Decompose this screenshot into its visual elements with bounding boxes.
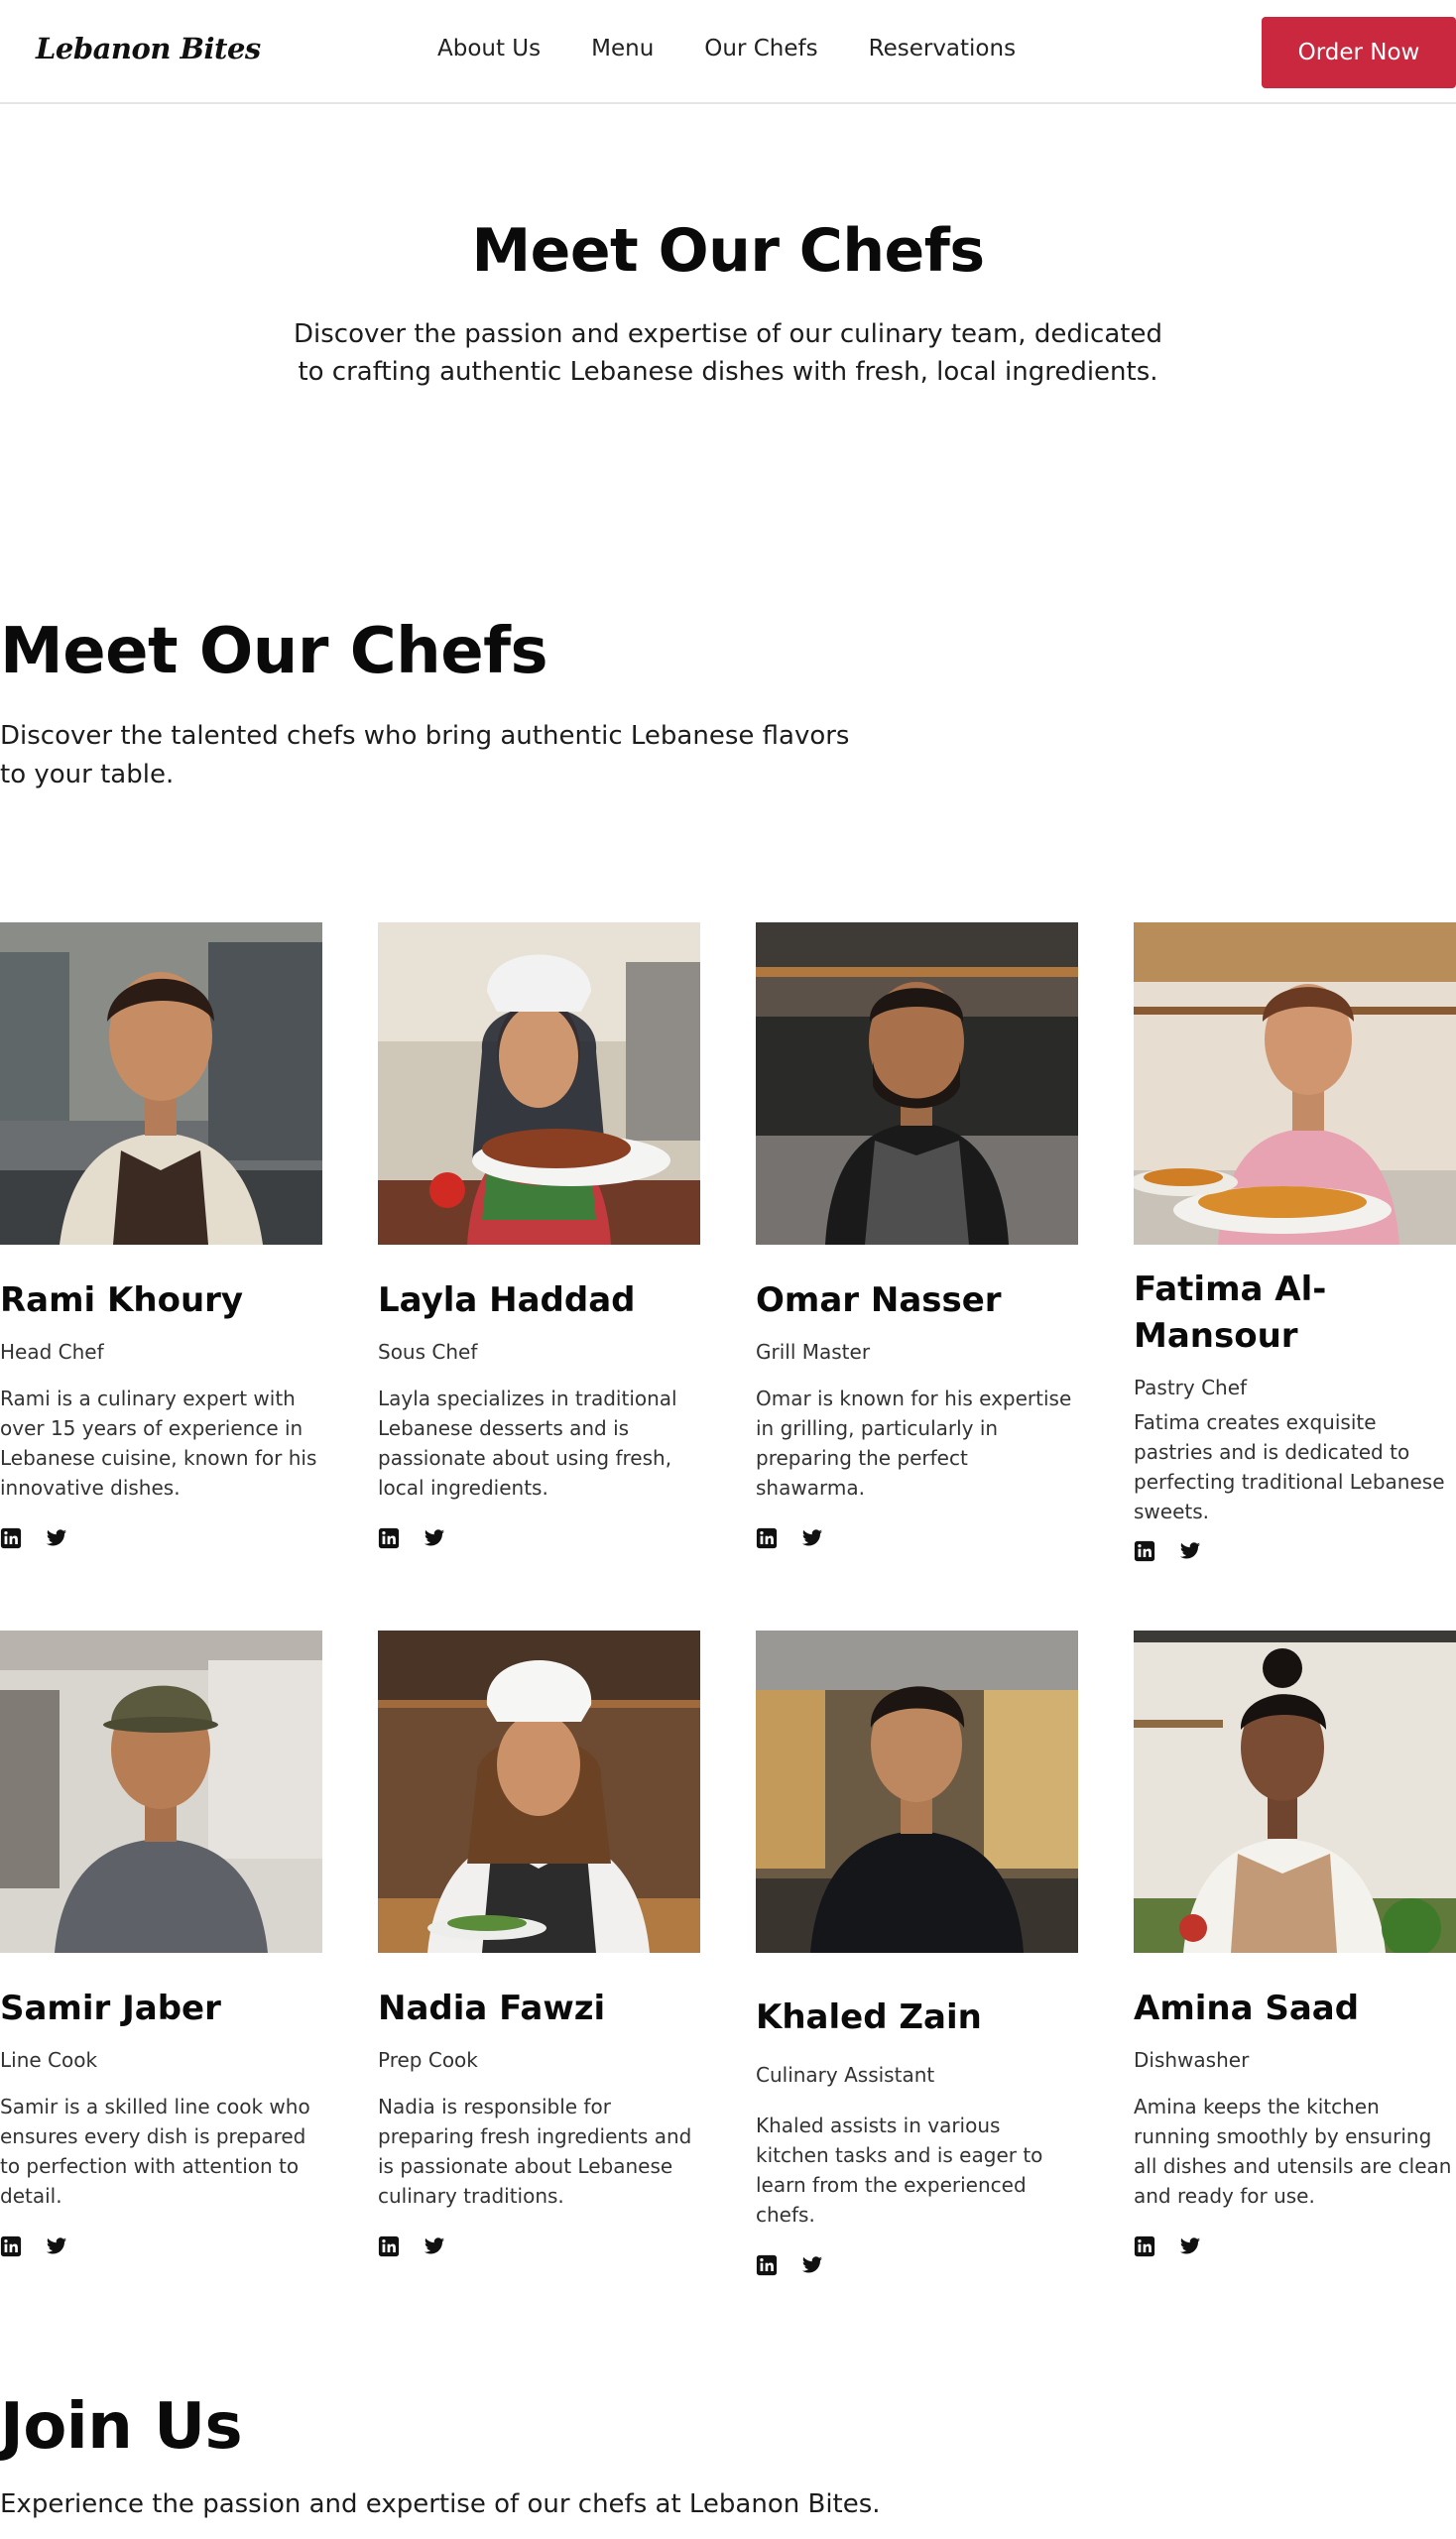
chef-photo	[378, 922, 700, 1245]
twitter-icon[interactable]	[424, 2236, 445, 2257]
chef-card: Omar Nasser Grill Master Omar is known f…	[756, 922, 1078, 1549]
twitter-icon[interactable]	[801, 2254, 823, 2276]
chef-role: Head Chef	[0, 1340, 104, 1364]
chef-bio: Omar is known for his expertise in grill…	[756, 1387, 1072, 1500]
chef-role: Grill Master	[756, 1340, 871, 1364]
linkedin-icon[interactable]	[378, 1527, 400, 1549]
nav-about-us[interactable]: About Us	[437, 36, 541, 61]
chef-card: Fatima Al-Mansour Pastry Chef Fatima cre…	[1134, 922, 1456, 1562]
chef-name: Rami Khoury	[0, 1280, 244, 1320]
chef-card: Layla Haddad Sous Chef Layla specializes…	[378, 922, 700, 1549]
site-header: Lebanon Bites About Us Menu Our Chefs Re…	[0, 0, 1456, 104]
twitter-icon[interactable]	[46, 2236, 67, 2257]
nav-our-chefs[interactable]: Our Chefs	[704, 36, 817, 61]
chef-bio: Samir is a skilled line cook who ensures…	[0, 2095, 310, 2208]
chef-card: Samir Jaber Line Cook Samir is a skilled…	[0, 1631, 322, 2257]
chef-bio: Rami is a culinary expert with over 15 y…	[0, 1387, 317, 1500]
chef-name: Nadia Fawzi	[378, 1989, 606, 2028]
chef-card: Amina Saad Dishwasher Amina keeps the ki…	[1134, 1631, 1456, 2257]
hero-title: Meet Our Chefs	[471, 216, 985, 286]
chef-name: Amina Saad	[1134, 1989, 1360, 2028]
chef-photo	[1134, 1631, 1456, 1953]
chef-card: Khaled Zain Culinary Assistant Khaled as…	[756, 1631, 1078, 2276]
chef-bio: Amina keeps the kitchen running smoothly…	[1134, 2095, 1452, 2208]
nav-menu[interactable]: Menu	[591, 36, 654, 61]
chef-card: Nadia Fawzi Prep Cook Nadia is responsib…	[378, 1631, 700, 2257]
chef-role: Prep Cook	[378, 2048, 478, 2072]
social-links	[1134, 2236, 1456, 2257]
main-nav: About Us Menu Our Chefs Reservations	[437, 36, 1066, 61]
twitter-icon[interactable]	[424, 1527, 445, 1549]
twitter-icon[interactable]	[1179, 1540, 1201, 1562]
twitter-icon[interactable]	[46, 1527, 67, 1549]
brand-logo[interactable]: Lebanon Bites	[36, 32, 261, 65]
chef-photo	[756, 1631, 1078, 1953]
chef-card: Rami Khoury Head Chef Rami is a culinary…	[0, 922, 322, 1549]
chef-role: Dishwasher	[1134, 2048, 1250, 2072]
social-links	[756, 2254, 1078, 2276]
order-now-button[interactable]: Order Now	[1262, 17, 1456, 88]
social-links	[378, 1527, 700, 1549]
linkedin-icon[interactable]	[1134, 1540, 1155, 1562]
chef-photo	[756, 922, 1078, 1245]
chef-role: Culinary Assistant	[756, 2063, 935, 2087]
chef-name: Fatima Al-Mansour	[1134, 1270, 1327, 1356]
linkedin-icon[interactable]	[1134, 2236, 1155, 2257]
chef-role: Pastry Chef	[1134, 1376, 1248, 1399]
twitter-icon[interactable]	[801, 1527, 823, 1549]
join-subtitle: Experience the passion and expertise of …	[0, 2489, 881, 2519]
twitter-icon[interactable]	[1179, 2236, 1201, 2257]
chef-bio: Fatima creates exquisite pastries and is…	[1134, 1410, 1445, 1523]
hero-subtitle: Discover the passion and expertise of ou…	[294, 319, 1162, 387]
linkedin-icon[interactable]	[756, 1527, 778, 1549]
linkedin-icon[interactable]	[0, 2236, 22, 2257]
chef-bio: Nadia is responsible for preparing fresh…	[378, 2095, 692, 2208]
social-links	[0, 1527, 322, 1549]
chef-photo	[1134, 922, 1456, 1245]
join-title: Join Us	[0, 2390, 243, 2464]
team-section-subtitle: Discover the talented chefs who bring au…	[0, 721, 850, 789]
chef-photo	[378, 1631, 700, 1953]
social-links	[378, 2236, 700, 2257]
chef-name: Samir Jaber	[0, 1989, 221, 2028]
team-section-title: Meet Our Chefs	[0, 615, 548, 688]
chef-name: Khaled Zain	[756, 1997, 982, 2037]
nav-reservations[interactable]: Reservations	[869, 36, 1016, 61]
social-links	[1134, 1540, 1456, 1562]
chef-name: Omar Nasser	[756, 1280, 1002, 1320]
chef-role: Line Cook	[0, 2048, 98, 2072]
social-links	[0, 2236, 322, 2257]
chef-bio: Layla specializes in traditional Lebanes…	[378, 1387, 677, 1500]
linkedin-icon[interactable]	[756, 2254, 778, 2276]
chef-bio: Khaled assists in various kitchen tasks …	[756, 2114, 1043, 2227]
chef-name: Layla Haddad	[378, 1280, 636, 1320]
chef-role: Sous Chef	[378, 1340, 478, 1364]
social-links	[756, 1527, 1078, 1549]
linkedin-icon[interactable]	[378, 2236, 400, 2257]
chef-photo	[0, 1631, 322, 1953]
chef-photo	[0, 922, 322, 1245]
linkedin-icon[interactable]	[0, 1527, 22, 1549]
